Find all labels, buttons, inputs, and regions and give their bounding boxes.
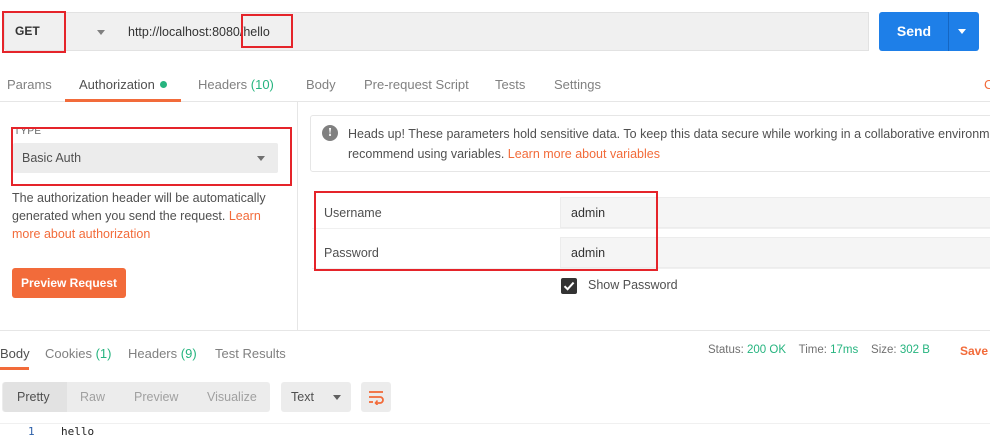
chevron-down-icon[interactable] [958, 29, 966, 34]
chevron-down-icon [333, 395, 341, 400]
response-tab-headers[interactable]: Headers (9) [128, 346, 197, 361]
tab-params[interactable]: Params [7, 77, 52, 92]
username-label: Username [324, 206, 382, 220]
notice-text: Heads up! These parameters hold sensitiv… [348, 127, 990, 161]
password-value: admin [571, 246, 606, 260]
chevron-down-icon [97, 30, 105, 35]
view-visualize[interactable]: Visualize [207, 390, 257, 404]
url-text: http://localhost:8080/hello [128, 25, 270, 39]
format-select[interactable]: Text [281, 382, 351, 412]
response-tab-body[interactable]: Body [0, 346, 30, 361]
response-tab-indicator [0, 367, 29, 370]
request-tabs: Params Authorization Headers (10) Body P… [0, 64, 990, 102]
method-select[interactable]: GET [4, 12, 118, 51]
show-password-checkbox[interactable] [561, 278, 577, 294]
status-value[interactable]: 200 OK [747, 344, 786, 356]
status-label: Status: [708, 344, 744, 356]
password-row: Password admin [312, 237, 990, 269]
auth-help-text: The authorization header will be automat… [12, 191, 266, 241]
tab-tests[interactable]: Tests [495, 77, 525, 92]
password-field[interactable]: admin [560, 237, 990, 268]
type-label: TYPE [14, 126, 42, 137]
tab-body[interactable]: Body [306, 77, 336, 92]
auth-type-value: Basic Auth [22, 151, 82, 165]
status-dot-icon [159, 81, 167, 88]
line-number: 1 [28, 425, 35, 438]
chevron-down-icon [257, 156, 265, 161]
format-value: Text [291, 390, 314, 404]
view-raw[interactable]: Raw [80, 390, 105, 404]
response-tab-cookies[interactable]: Cookies (1) [45, 346, 111, 361]
save-response-button[interactable]: Save [960, 344, 988, 358]
checkmark-icon [563, 281, 575, 291]
send-button[interactable]: Send [879, 12, 979, 51]
view-mode-group: Pretty Raw Preview Visualize [2, 382, 270, 412]
method-label: GET [15, 24, 40, 38]
url-input[interactable]: http://localhost:8080/hello [117, 12, 869, 51]
auth-type-select[interactable]: Basic Auth [13, 143, 278, 173]
send-label: Send [896, 23, 932, 39]
send-divider [948, 12, 949, 51]
view-pretty[interactable]: Pretty [17, 390, 50, 404]
time-label: Time: [798, 344, 827, 356]
cookies-link[interactable]: C [984, 77, 990, 92]
size-value[interactable]: 302 B [900, 344, 930, 356]
password-label: Password [324, 246, 379, 260]
view-preview[interactable]: Preview [134, 390, 178, 404]
response-meta: Status: 200 OK Time: 17ms Size: 302 B [708, 344, 930, 356]
username-field[interactable]: admin [560, 197, 990, 228]
learn-more-variables-link[interactable]: Learn more about variables [508, 147, 660, 161]
line-text[interactable]: hello [61, 425, 94, 438]
response-code-line: 1 hello [0, 423, 990, 441]
wrap-lines-button[interactable] [361, 382, 391, 412]
tab-pre-request-script[interactable]: Pre-request Script [364, 77, 469, 92]
info-icon: ! [322, 125, 338, 141]
size-label: Size: [871, 344, 897, 356]
response-divider [0, 330, 990, 331]
tab-settings[interactable]: Settings [554, 77, 601, 92]
tab-authorization[interactable]: Authorization [79, 77, 167, 92]
show-password-label[interactable]: Show Password [588, 278, 678, 292]
time-value[interactable]: 17ms [830, 344, 858, 356]
username-row: Username admin [312, 197, 990, 229]
preview-request-button[interactable]: Preview Request [12, 268, 126, 298]
response-tab-test-results[interactable]: Test Results [215, 346, 286, 361]
username-value: admin [571, 206, 606, 220]
wrap-lines-icon [369, 391, 384, 405]
tab-headers[interactable]: Headers (10) [198, 77, 274, 92]
